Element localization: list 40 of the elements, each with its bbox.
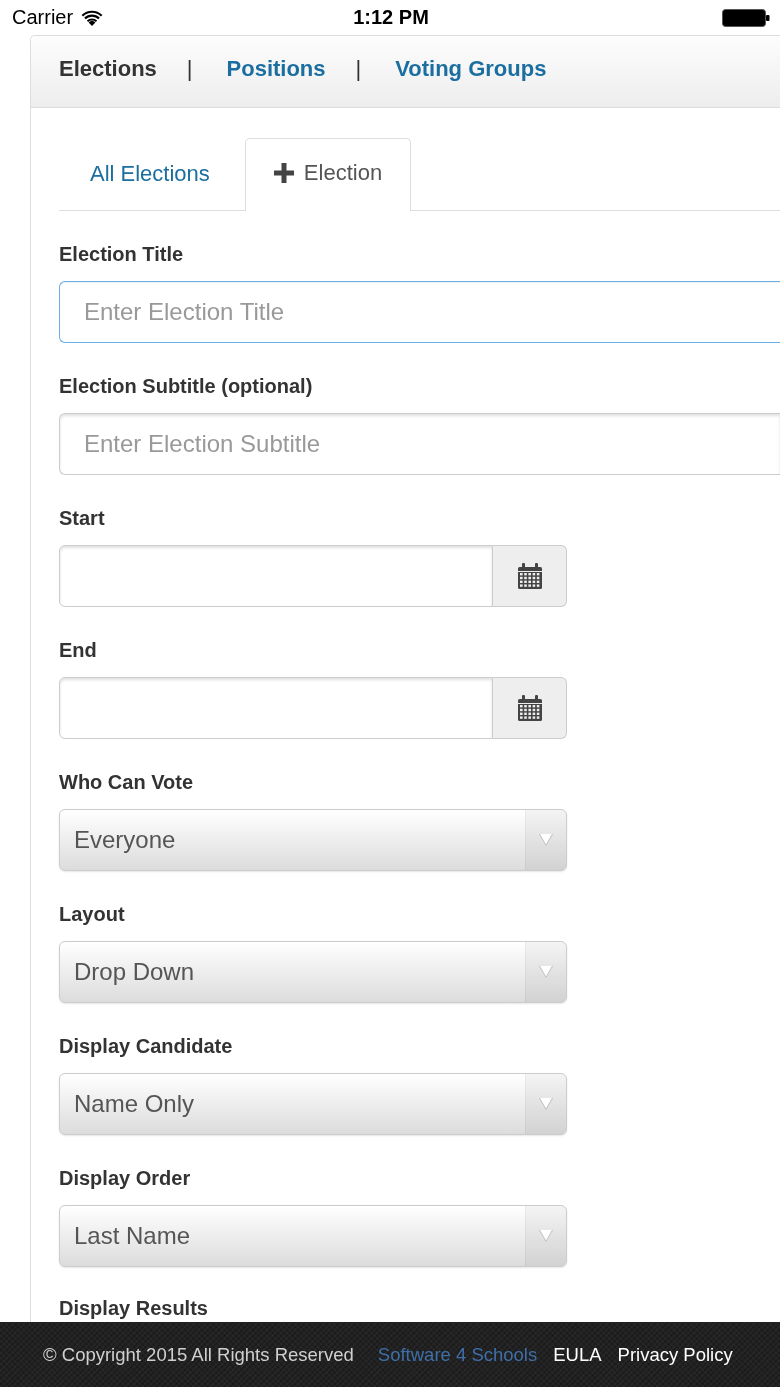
field-label: Election Subtitle (optional) bbox=[59, 374, 313, 398]
text-input[interactable]: Enter Election Subtitle bbox=[59, 413, 780, 475]
nav-link[interactable]: Positions bbox=[226, 56, 326, 82]
nav-link[interactable]: Elections bbox=[59, 56, 157, 82]
date-input[interactable] bbox=[59, 545, 493, 607]
caret-down-icon bbox=[539, 833, 553, 847]
dropdown[interactable]: Drop Down bbox=[59, 941, 567, 1003]
battery-icon bbox=[722, 8, 770, 27]
field-label: Election Title bbox=[59, 242, 184, 266]
nav-separator: | bbox=[186, 56, 193, 82]
footer-link[interactable]: Privacy Policy bbox=[617, 1343, 733, 1366]
dropdown[interactable]: Name Only bbox=[59, 1073, 567, 1135]
dropdown[interactable]: Last Name bbox=[59, 1205, 567, 1267]
dropdown[interactable]: Everyone bbox=[59, 809, 567, 871]
field-label: Layout bbox=[59, 902, 125, 926]
caret-down-icon bbox=[539, 1229, 553, 1243]
calendar-button[interactable] bbox=[493, 545, 567, 607]
tab[interactable]: Election bbox=[244, 138, 412, 211]
carrier-name: Carrier bbox=[12, 6, 74, 29]
nav-link[interactable]: Voting Groups bbox=[395, 56, 547, 82]
calendar-icon bbox=[516, 695, 543, 721]
wifi-icon bbox=[81, 9, 104, 26]
caret-down-icon bbox=[539, 1097, 553, 1111]
field-label: Display Results bbox=[59, 1298, 208, 1318]
caret-down-icon bbox=[539, 965, 553, 979]
footer-link[interactable]: EULA bbox=[553, 1343, 602, 1366]
field-label: Display Order bbox=[59, 1166, 191, 1190]
tab[interactable]: All Elections bbox=[59, 139, 245, 211]
nav-separator: | bbox=[355, 56, 362, 82]
calendar-icon bbox=[516, 563, 543, 589]
copyright-text: © Copyright 2015 All Rights Reserved bbox=[43, 1343, 354, 1366]
calendar-button[interactable] bbox=[493, 677, 567, 739]
field-label: Start bbox=[59, 506, 105, 530]
field-label: Display Candidate bbox=[59, 1034, 233, 1058]
field-label: End bbox=[59, 638, 97, 662]
field-label: Who Can Vote bbox=[59, 770, 194, 794]
plus-icon bbox=[273, 163, 294, 183]
text-input[interactable]: Enter Election Title bbox=[59, 281, 780, 343]
status-time: 1:12 PM bbox=[353, 6, 429, 29]
date-input[interactable] bbox=[59, 677, 493, 739]
